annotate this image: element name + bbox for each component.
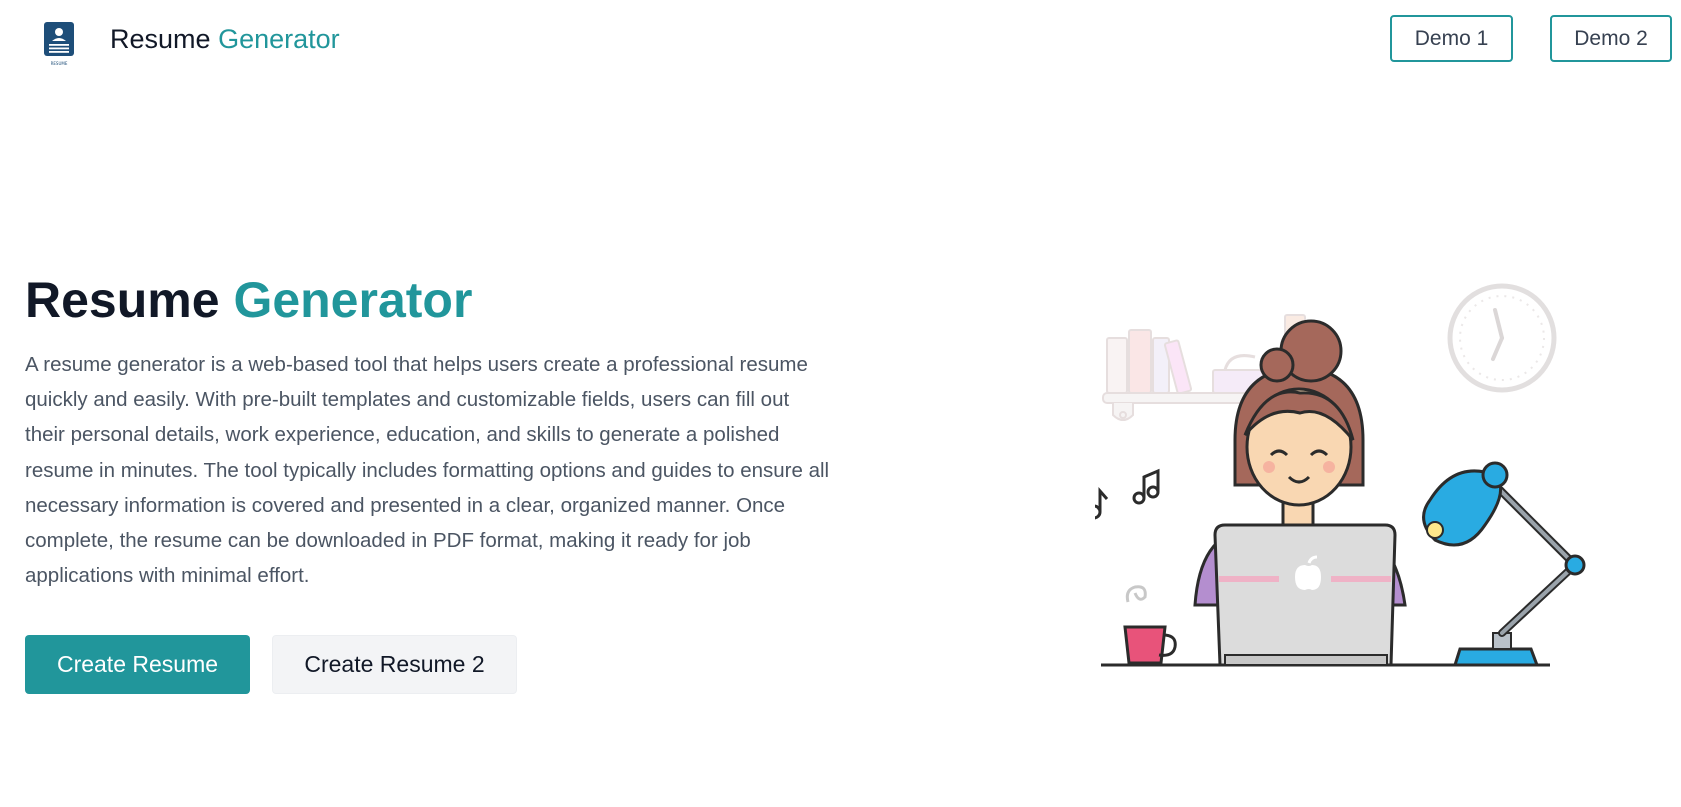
hero-description: A resume generator is a web-based tool t… <box>25 347 885 593</box>
clock-icon <box>1447 283 1557 393</box>
create-resume-button[interactable]: Create Resume <box>25 635 250 694</box>
create-resume-2-button[interactable]: Create Resume 2 <box>272 635 517 694</box>
demo1-button[interactable]: Demo 1 <box>1390 15 1513 62</box>
logo-caption: RESUME <box>51 61 68 66</box>
description-line: necessary information is covered and pre… <box>25 493 786 517</box>
logo[interactable]: RESUME <box>40 18 78 68</box>
description-line: complete, the resume can be downloaded i… <box>25 529 751 553</box>
resume-document-icon: RESUME <box>44 22 74 66</box>
brand-part2: Generator <box>218 24 340 54</box>
steam-icon <box>1125 585 1147 603</box>
brand-name[interactable]: Resume Generator <box>110 22 340 56</box>
demo2-button[interactable]: Demo 2 <box>1550 15 1672 62</box>
hero-title-part2: Generator <box>233 272 473 328</box>
laptop-icon <box>1213 523 1397 667</box>
description-line: their personal details, work experience,… <box>25 423 780 447</box>
desk-lamp-icon <box>1422 461 1586 667</box>
page: RESUME Resume Generator Demo 1 Demo 2 Re… <box>0 0 1681 807</box>
top-nav: RESUME Resume Generator Demo 1 Demo 2 <box>0 0 1681 82</box>
music-notes-icon <box>1086 468 1160 520</box>
woman-laptop-illustration <box>1086 283 1586 667</box>
description-line: quickly and easily. With pre-built templ… <box>25 388 790 412</box>
description-line: A resume generator is a web-based tool t… <box>25 353 808 376</box>
brand-part1: Resume <box>110 24 211 54</box>
hero-title-part1: Resume <box>25 272 220 328</box>
hero-illustration <box>1086 275 1595 675</box>
description-line: resume in minutes. The tool typically in… <box>25 458 830 482</box>
hero-title: Resume Generator <box>25 270 472 330</box>
coffee-cup-icon <box>1123 625 1177 665</box>
description-line: applications with minimal effort. <box>25 564 310 588</box>
